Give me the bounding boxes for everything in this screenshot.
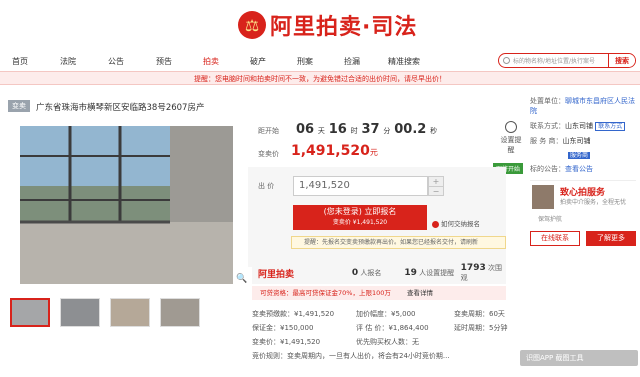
service-badge: 服务商 (568, 152, 591, 159)
view-details-link[interactable]: 查看详情 (407, 289, 433, 297)
zoom-icon[interactable]: 🔍 (236, 274, 247, 284)
learn-more-button[interactable]: 了解更多 (586, 231, 636, 246)
brand-name: 阿里拍卖·司法 (270, 15, 418, 40)
countdown-label: 距开始 (258, 127, 279, 135)
sale-price: 1,491,520元 (291, 143, 378, 159)
main-property-image[interactable] (20, 126, 233, 284)
nav-criminal[interactable]: 刑案 (297, 56, 313, 67)
detail-priority: 优先购买权人数：无 (356, 338, 419, 346)
property-photo-illustration (20, 126, 233, 284)
price-label: 变卖价 (258, 150, 279, 158)
detail-appraisal: 评 估 价：¥1,864,400 (356, 324, 429, 332)
nav-auction[interactable]: 拍卖 (203, 56, 219, 67)
thumbnail-2[interactable] (60, 298, 100, 327)
bidding-rule: 竞价规则：变卖周期内，一旦有人出价，将会有24小时竞价期... (252, 352, 450, 360)
search-bar[interactable]: 标的物名称/地址位置/执行案号 搜索 (498, 53, 636, 68)
detail-guarantee: 保证金：¥150,000 (252, 324, 314, 332)
nav-courts[interactable]: 法院 (60, 56, 76, 67)
right-panel: 处置单位：聊城市东昌府区人民法院 联系方式：山东司铺 联系方式 服 务 商：山东… (530, 97, 635, 173)
site-logo[interactable]: ⚖ 阿里拍卖·司法 (238, 8, 417, 42)
stats-bar: 阿里拍卖 0 人报名 19 人设置提醒 1793 次围观 (252, 262, 506, 284)
item-title: 广东省珠海市横琴新区安临路38号2607房产 (36, 103, 205, 113)
bid-label: 出 价 (258, 182, 275, 190)
detail-delay: 延时周期：5分钟 (454, 324, 508, 332)
register-now-button[interactable]: (您未登录) 立即报名 变卖价 ¥1,491,520 (293, 205, 427, 230)
info-icon (432, 220, 439, 228)
thumbnail-1[interactable] (10, 298, 50, 327)
nav-announcements[interactable]: 公告 (108, 56, 124, 67)
search-icon (503, 57, 510, 64)
thumbnail-3[interactable] (110, 298, 150, 327)
court-emblem-icon: ⚖ (238, 11, 266, 39)
detail-increment: 加价幅度：¥5,000 (356, 310, 416, 318)
nav-home[interactable]: 首页 (12, 56, 28, 67)
screenshot-watermark: 识图APP 截图工具 (520, 350, 638, 366)
bid-stepper[interactable]: + − (428, 176, 444, 196)
register-tip: 提醒：先报名交变卖预缴款再出价。如果您已经报名交付，请刷新 (291, 236, 506, 249)
ali-auction-logo: 阿里拍卖 (258, 269, 295, 280)
bid-input[interactable]: 1,491,520 (293, 176, 428, 196)
detail-price: 变卖价：¥1,491,520 (252, 338, 321, 346)
nav-precise-search[interactable]: 精准搜索 (388, 56, 420, 67)
nav-bargains[interactable]: 捡漏 (344, 56, 360, 67)
view-announcement-link[interactable]: 查看公告 (565, 165, 593, 173)
set-reminder-button[interactable]: 设置提醒 (498, 121, 524, 155)
building-icon (532, 185, 554, 209)
clock-icon (505, 121, 517, 133)
detail-period: 变卖周期：60天 (454, 310, 505, 318)
nav-preview[interactable]: 预告 (156, 56, 172, 67)
online-contact-button[interactable]: 在线联系 (530, 231, 580, 246)
countdown: 06 天 16 时 37 分 00.2 秒 (296, 122, 438, 137)
search-input[interactable]: 标的物名称/地址位置/执行案号 (499, 56, 608, 65)
time-warning-banner: 提醒：您电脑时间和拍卖时间不一致，为避免错过合适的出价时间，请尽早出价！ (0, 71, 640, 85)
thumbnail-4[interactable] (160, 298, 200, 327)
search-button[interactable]: 搜索 (608, 54, 635, 67)
detail-deposit: 变卖预缴款：¥1,491,520 (252, 310, 335, 318)
nav-bankruptcy[interactable]: 破产 (250, 56, 266, 67)
contact-badge[interactable]: 联系方式 (595, 122, 626, 131)
sale-type-tag: 变卖 (8, 100, 30, 112)
how-to-register-link[interactable]: 如何交纳报名 (432, 218, 480, 228)
loan-eligibility: 可贷资格：最高可贷保证金70%，上限100万 查看详情 (252, 286, 506, 300)
